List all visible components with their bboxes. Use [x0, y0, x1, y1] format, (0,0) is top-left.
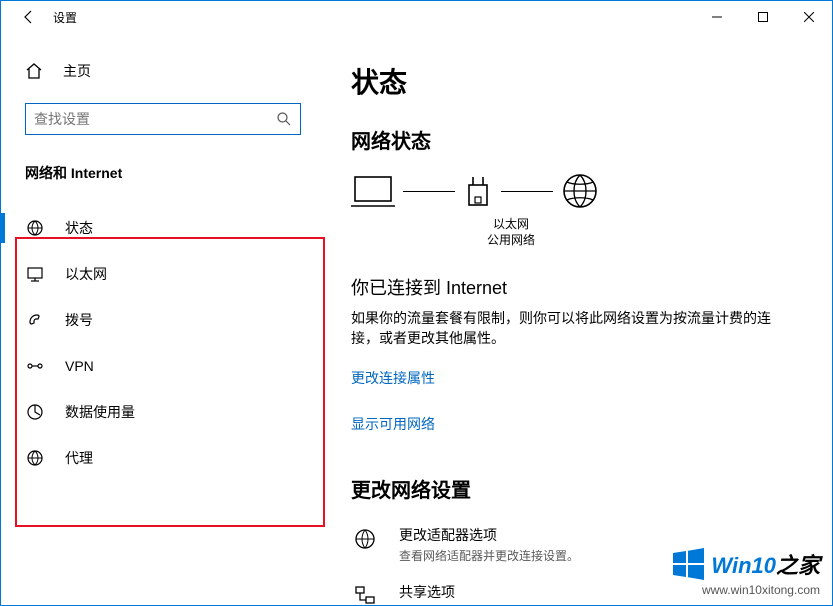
home-icon	[25, 62, 45, 80]
connected-heading: 你已连接到 Internet	[351, 274, 812, 300]
sidebar-item-status[interactable]: 状态	[1, 205, 311, 251]
minimize-button[interactable]	[694, 1, 740, 33]
share-icon	[351, 582, 379, 605]
sidebar-item-datausage[interactable]: 数据使用量	[1, 389, 311, 435]
sidebar-item-label: 拨号	[65, 310, 93, 330]
globe-icon	[561, 172, 599, 210]
sidebar: 主页 网络和 Internet 状态	[1, 33, 311, 605]
search-icon	[276, 111, 292, 127]
diagram-labels: 以太网 公用网络	[479, 216, 543, 248]
close-button[interactable]	[786, 1, 832, 33]
sidebar-item-label: 代理	[65, 448, 93, 468]
window-title: 设置	[53, 9, 77, 26]
page-title: 状态	[351, 61, 812, 101]
home-button[interactable]: 主页	[1, 51, 311, 91]
vpn-icon	[25, 357, 45, 375]
option-sub: 查看网络适配器并更改连接设置。	[399, 547, 579, 564]
net-type-label: 公用网络	[479, 232, 543, 248]
router-icon	[463, 173, 493, 209]
watermark-brand: Win10之家	[711, 548, 820, 580]
show-networks-link[interactable]: 显示可用网络	[351, 414, 435, 434]
change-settings-heading: 更改网络设置	[351, 474, 812, 503]
nav-list: 状态 以太网 拨号 V	[1, 205, 311, 481]
adapter-icon	[351, 525, 379, 564]
connected-desc: 如果你的流量套餐有限制，则你可以将此网络设置为按流量计费的连接，或者更改其他属性…	[351, 308, 771, 348]
status-icon	[25, 219, 45, 237]
search-input-container[interactable]	[25, 103, 301, 135]
network-diagram	[351, 172, 812, 210]
titlebar: 设置	[1, 1, 832, 33]
sidebar-item-label: VPN	[65, 358, 94, 374]
home-label: 主页	[63, 61, 91, 81]
category-heading: 网络和 Internet	[25, 163, 311, 183]
eth-label: 以太网	[479, 216, 543, 232]
sidebar-item-proxy[interactable]: 代理	[1, 435, 311, 481]
proxy-icon	[25, 449, 45, 467]
network-status-heading: 网络状态	[351, 125, 812, 154]
maximize-button[interactable]	[740, 1, 786, 33]
computer-icon	[351, 173, 395, 209]
sidebar-item-dialup[interactable]: 拨号	[1, 297, 311, 343]
option-sub: 根据所连接到的网络，决定要共享的	[399, 604, 591, 605]
dialup-icon	[25, 311, 45, 329]
sidebar-item-ethernet[interactable]: 以太网	[1, 251, 311, 297]
back-button[interactable]	[9, 1, 49, 33]
windows-logo-icon	[671, 547, 705, 581]
change-props-link[interactable]: 更改连接属性	[351, 368, 435, 388]
search-input[interactable]	[34, 111, 274, 127]
option-title: 更改适配器选项	[399, 525, 579, 545]
main-content: 状态 网络状态 以太网 公用网络 你已连接到 Internet	[311, 33, 832, 605]
sidebar-item-label: 状态	[65, 218, 93, 238]
sidebar-item-vpn[interactable]: VPN	[1, 343, 311, 389]
ethernet-icon	[25, 265, 45, 283]
option-title: 共享选项	[399, 582, 591, 602]
watermark-url: www.win10xitong.com	[671, 583, 820, 597]
watermark: Win10之家 www.win10xitong.com	[671, 547, 820, 597]
sidebar-item-label: 以太网	[65, 264, 107, 284]
data-usage-icon	[25, 403, 45, 421]
sidebar-item-label: 数据使用量	[65, 402, 135, 422]
